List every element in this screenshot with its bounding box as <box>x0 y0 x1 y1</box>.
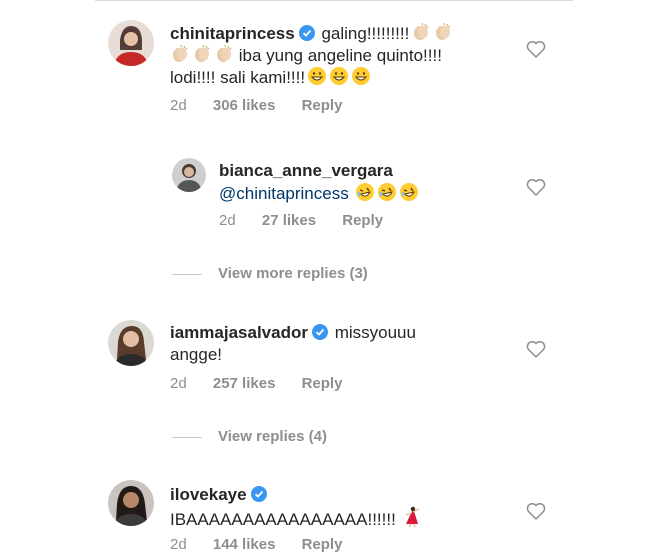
comment-timestamp: 2d <box>170 375 187 392</box>
rolling-laughing-emoji <box>399 182 419 208</box>
comment-text: lodi!!!! sali kami!!!! <box>170 68 306 87</box>
avatar[interactable] <box>172 158 206 192</box>
view-more-replies-label[interactable]: View more replies (3) <box>218 265 368 282</box>
comment-username[interactable]: chinitaprincess <box>170 24 295 43</box>
likes-count[interactable]: 306 likes <box>213 97 276 114</box>
divider <box>172 273 202 275</box>
mention-link[interactable]: @chinitaprincess <box>219 184 349 203</box>
heart-outline-icon[interactable] <box>526 178 546 196</box>
reply-button[interactable]: Reply <box>302 375 343 392</box>
comment-text: galing!!!!!!!!! <box>321 24 410 43</box>
reply-button[interactable]: Reply <box>342 212 383 229</box>
likes-count[interactable]: 27 likes <box>262 212 316 229</box>
avatar[interactable] <box>108 320 154 366</box>
heart-outline-icon[interactable] <box>526 340 546 358</box>
grinning-face-emoji <box>307 66 327 92</box>
likes-count[interactable]: 144 likes <box>213 536 276 553</box>
comment-username[interactable]: bianca_anne_vergara <box>219 161 393 180</box>
comment-username[interactable]: iammajasalvador <box>170 323 308 342</box>
view-replies-label[interactable]: View replies (4) <box>218 428 327 445</box>
verified-badge-icon <box>298 25 315 41</box>
grinning-face-emoji <box>351 66 371 92</box>
comment-timestamp: 2d <box>170 536 187 553</box>
comment-text: IBAAAAAAAAAAAAAAAA!!!!!! <box>170 510 396 529</box>
comment-timestamp: 2d <box>219 212 236 229</box>
verified-badge-icon <box>311 324 328 340</box>
view-replies-button[interactable]: View replies (4) <box>172 428 327 445</box>
divider <box>172 436 202 438</box>
heart-outline-icon[interactable] <box>526 502 546 520</box>
comment-username[interactable]: ilovekaye <box>170 485 247 504</box>
reply-button[interactable]: Reply <box>302 536 343 553</box>
reply-button[interactable]: Reply <box>302 97 343 114</box>
comment-text: iba yung angeline quinto!!!! <box>238 46 442 65</box>
top-divider <box>95 0 573 1</box>
comment-timestamp: 2d <box>170 97 187 114</box>
dancing-woman-emoji <box>402 506 422 534</box>
view-more-replies-button[interactable]: View more replies (3) <box>172 265 368 282</box>
verified-badge-icon <box>250 486 267 502</box>
rolling-laughing-emoji <box>377 182 397 208</box>
comment-text: missyouuu <box>334 323 416 342</box>
likes-count[interactable]: 257 likes <box>213 375 276 392</box>
comment-text: angge! <box>170 345 222 364</box>
rolling-laughing-emoji <box>355 182 375 208</box>
grinning-face-emoji <box>329 66 349 92</box>
avatar[interactable] <box>108 20 154 66</box>
heart-outline-icon[interactable] <box>526 40 546 58</box>
avatar[interactable] <box>108 480 154 526</box>
